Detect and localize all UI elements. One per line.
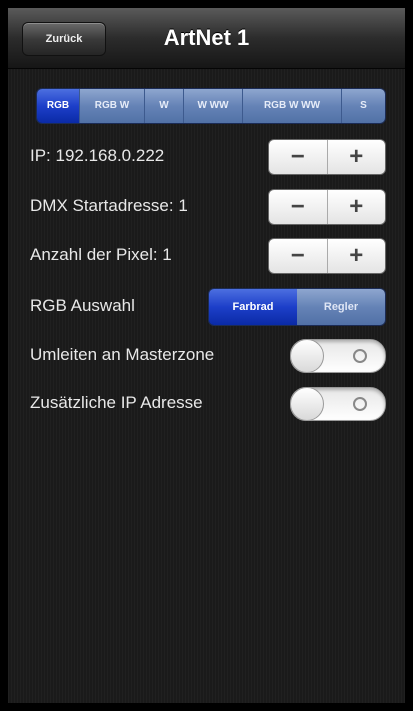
rgb-option-color-wheel[interactable]: Farbrad bbox=[209, 289, 297, 325]
off-icon bbox=[353, 397, 367, 411]
pixel-count-stepper: − + bbox=[268, 238, 386, 274]
rgb-option-sliders[interactable]: Regler bbox=[297, 289, 385, 325]
toggle-knob bbox=[290, 339, 324, 373]
ip-decrement-button[interactable]: − bbox=[269, 140, 327, 174]
pixel-count-label: Anzahl der Pixel: 1 bbox=[30, 245, 172, 264]
mode-option-w[interactable]: W bbox=[144, 89, 183, 123]
mode-option-rgb-w-ww[interactable]: RGB W WW bbox=[242, 89, 341, 123]
rgb-selection-label: RGB Auswahl bbox=[30, 296, 135, 315]
dmx-stepper: − + bbox=[268, 189, 386, 225]
screen: ArtNet 1 Zurück RGB RGB W W W WW RGB W W… bbox=[8, 8, 405, 703]
mode-option-s[interactable]: S bbox=[341, 89, 385, 123]
rgb-selection-segmented-control: Farbrad Regler bbox=[208, 288, 386, 326]
additional-ip-toggle[interactable] bbox=[290, 387, 386, 421]
mode-option-rgb-w[interactable]: RGB W bbox=[79, 89, 144, 123]
pixel-decrement-button[interactable]: − bbox=[269, 239, 327, 273]
navigation-bar: ArtNet 1 Zurück bbox=[8, 8, 405, 69]
ip-label: IP: 192.168.0.222 bbox=[30, 146, 165, 165]
pixel-increment-button[interactable]: + bbox=[326, 239, 386, 273]
mode-option-w-ww[interactable]: W WW bbox=[183, 89, 242, 123]
dmx-decrement-button[interactable]: − bbox=[269, 190, 327, 224]
toggle-knob bbox=[290, 387, 324, 421]
additional-ip-label: Zusätzliche IP Adresse bbox=[30, 393, 203, 412]
master-zone-toggle[interactable] bbox=[290, 339, 386, 373]
back-button[interactable]: Zurück bbox=[22, 22, 106, 56]
ip-increment-button[interactable]: + bbox=[326, 140, 386, 174]
dmx-increment-button[interactable]: + bbox=[326, 190, 386, 224]
mode-option-rgb[interactable]: RGB bbox=[37, 89, 79, 123]
dmx-start-address-label: DMX Startadresse: 1 bbox=[30, 196, 188, 215]
mode-segmented-control: RGB RGB W W W WW RGB W WW S bbox=[36, 88, 386, 124]
ip-stepper: − + bbox=[268, 139, 386, 175]
master-zone-label: Umleiten an Masterzone bbox=[30, 345, 215, 364]
off-icon bbox=[353, 349, 367, 363]
